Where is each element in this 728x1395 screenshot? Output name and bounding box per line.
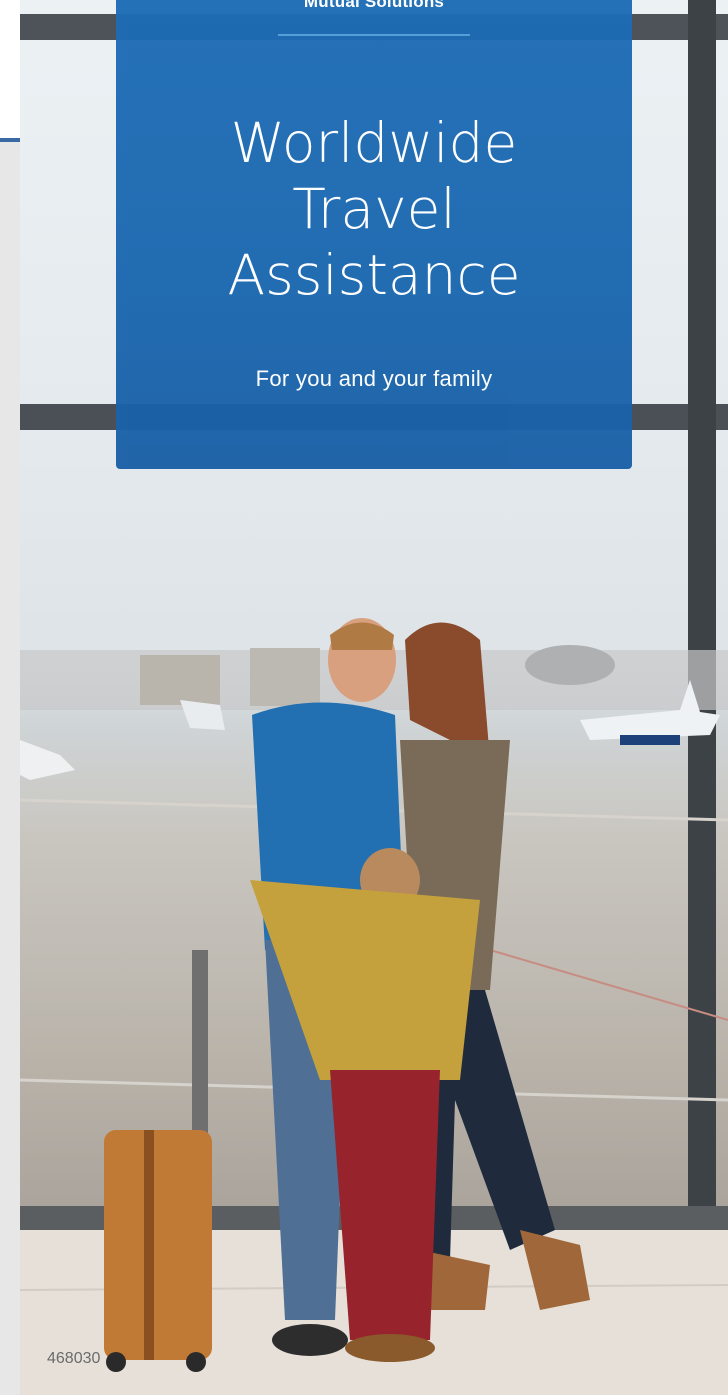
hero-panel: Mutual Solutions Worldwide Travel Assist… — [116, 0, 632, 469]
title-line-1: Worldwide — [230, 111, 518, 175]
brand-underline — [278, 34, 470, 36]
cover-title: Worldwide Travel Assistance — [116, 110, 632, 308]
title-line-2: Travel — [292, 177, 456, 241]
page-edge-fold — [0, 142, 20, 1395]
cover-subtitle: For you and your family — [255, 366, 493, 391]
title-line-3: Assistance — [227, 243, 521, 307]
page-edge-top — [0, 0, 20, 140]
document-code: 468030 — [47, 1350, 101, 1367]
brand-name: Mutual Solutions — [303, 0, 445, 11]
